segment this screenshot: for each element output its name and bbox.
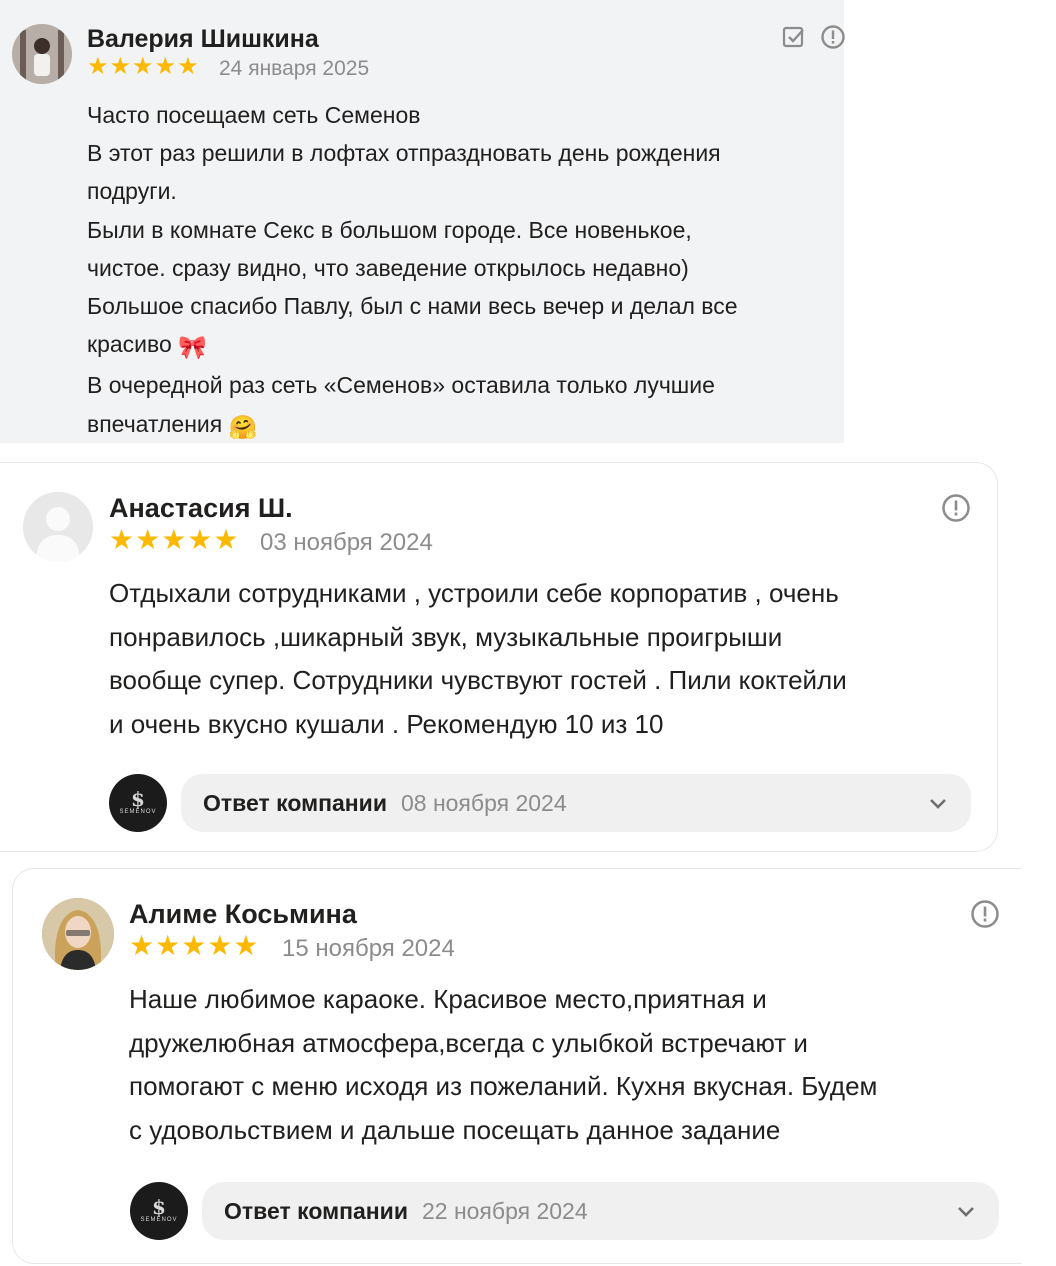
review-text: Отдыхали сотрудниками , устроили себе ко… [109,572,847,746]
avatar[interactable] [12,24,72,84]
reply-date: 08 ноября 2024 [400,789,567,816]
rating-stars: ★★★★★ [129,930,260,961]
chevron-down-icon [930,799,946,809]
review-date: 15 ноября 2024 [282,935,455,962]
review-card: Валерия Шишкина ★★★★★ 24 января 2025 Час… [0,0,847,446]
rating-stars: ★★★★★ [87,53,200,80]
review-line: В этот раз решили в лофтах отпраздновать… [87,140,721,167]
edit-check-icon[interactable] [781,24,807,50]
review-card: Анастасия Ш. ★★★★★ 03 ноября 2024 Отдыха… [0,462,998,852]
avatar[interactable] [42,898,114,970]
review-line: вообще супер. Сотрудники чувствуют госте… [109,665,847,695]
report-icon[interactable] [940,492,972,524]
default-avatar-icon [23,492,93,562]
review-line: В очередной раз сеть «Семенов» оставила … [87,372,715,399]
review-date: 24 января 2025 [219,57,370,80]
review-card: Алиме Косьмина ★★★★★ 15 ноября 2024 Наше… [12,868,1022,1264]
company-reply-toggle[interactable]: Ответ компании 08 ноября 2024 [181,774,971,832]
report-icon[interactable] [969,898,1001,930]
avatar[interactable] [23,492,93,562]
logo-dollar-icon: $ [131,787,145,811]
review-line: помогают с меню исходя из пожеланий. Кух… [129,1071,878,1101]
review-line: Часто посещаем сеть Семенов [87,102,421,128]
reply-label: Ответ компании [224,1197,408,1224]
author-name[interactable]: Валерия Шишкина [87,25,319,54]
review-text: Наше любимое караоке. Красивое место,при… [129,978,877,1152]
logo-dollar-icon: $ [152,1195,166,1219]
review-line: чистое. сразу видно, что заведение откры… [87,254,689,281]
ribbon-emoji-icon: 🎀 [178,334,207,361]
rating-stars: ★★★★★ [109,524,240,555]
review-line: понравилось ,шикарный звук, музыкальные … [109,621,783,652]
review-date: 03 ноября 2024 [260,529,433,556]
company-logo[interactable]: $ SEMENOV [109,774,167,832]
company-logo[interactable]: $ SEMENOV [130,1182,188,1240]
hugging-face-emoji-icon: 🤗 [228,413,258,440]
reply-label: Ответ компании [203,789,387,816]
review-line: и очень вкусно кушали . Рекомендую 10 из… [109,708,664,739]
review-line: Большое спасибо Павлу, был с нами весь в… [87,293,738,320]
review-line-with-emoji: впечатления 🤗 [87,405,738,446]
review-line: Наше любимое караоке. Красивое место,при… [129,984,767,1014]
reply-date: 22 ноября 2024 [421,1197,588,1224]
company-reply-toggle[interactable]: Ответ компании 22 ноября 2024 [202,1182,999,1240]
review-line: красиво [87,331,172,358]
review-line: Были в комнате Секс в большом городе. Вс… [87,216,692,243]
avatar-photo [12,24,72,84]
review-text: Часто посещаем сеть Семенов В этот раз р… [87,96,738,446]
chevron-down-icon [958,1207,974,1217]
review-line: с удовольствием и дальше посещать данное… [129,1114,781,1145]
review-line-with-emoji: красиво 🎀 [87,325,738,366]
logo-wordmark: SEMENOV [119,809,157,815]
review-line: дружелюбная атмосфера,всегда с улыбкой в… [129,1027,808,1058]
author-name[interactable]: Алиме Косьмина [129,899,357,930]
review-line: подруги. [87,178,177,205]
author-name[interactable]: Анастасия Ш. [109,493,293,524]
report-icon[interactable] [819,23,847,51]
review-line: Отдыхали сотрудниками , устроили себе ко… [109,578,839,608]
review-line: впечатления [87,410,223,437]
logo-wordmark: SEMENOV [140,1217,178,1223]
avatar-photo [42,898,114,970]
